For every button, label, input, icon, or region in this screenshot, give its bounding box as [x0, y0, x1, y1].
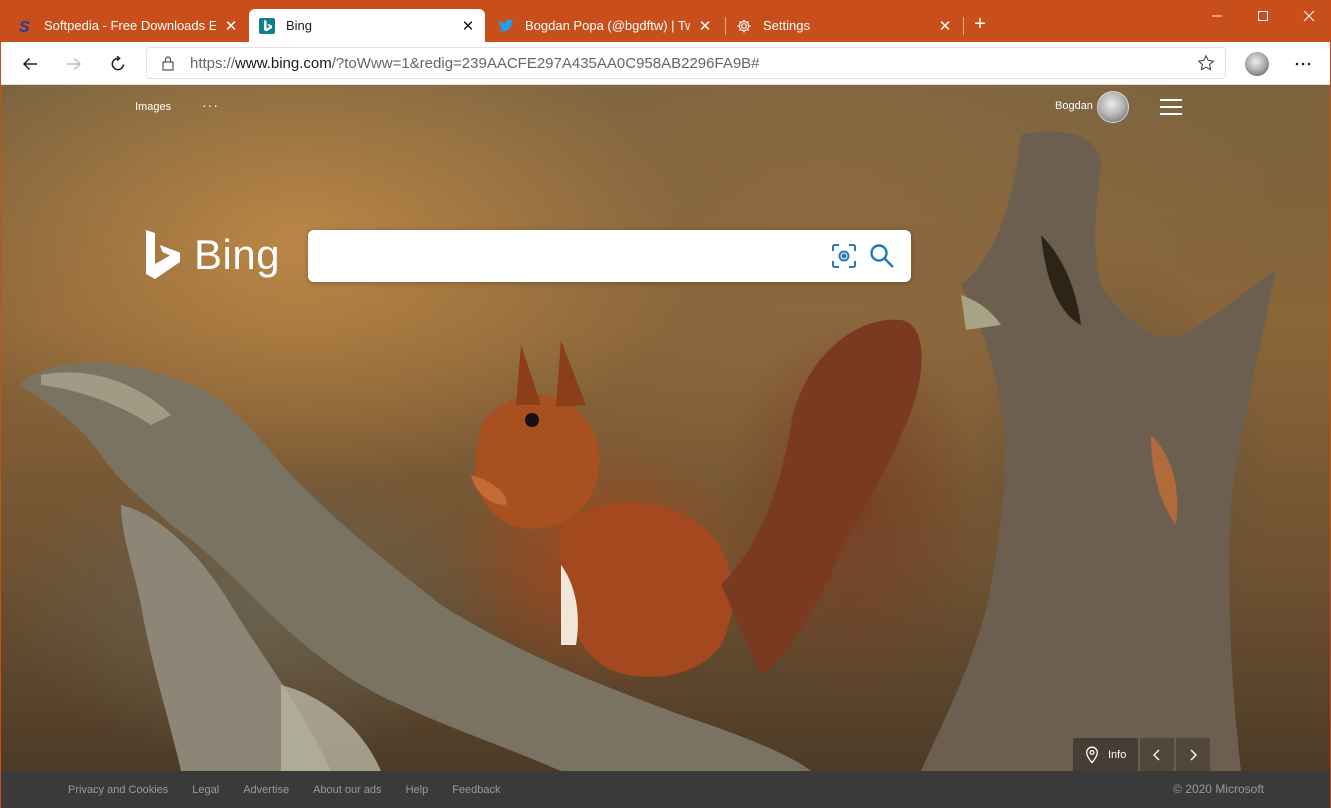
- tab-title: Settings: [763, 18, 810, 33]
- maximize-button[interactable]: [1240, 1, 1286, 31]
- close-icon: [1303, 10, 1315, 22]
- next-image-button[interactable]: [1176, 738, 1211, 771]
- copyright-text: © 2020 Microsoft: [1173, 782, 1264, 796]
- user-name[interactable]: Bogdan: [1055, 100, 1093, 112]
- new-tab-button[interactable]: +: [969, 14, 991, 36]
- search-input[interactable]: [324, 242, 814, 270]
- softpedia-icon: S: [17, 18, 33, 34]
- forward-arrow-icon: [67, 57, 82, 71]
- hamburger-menu-icon[interactable]: [1160, 99, 1182, 115]
- close-tab-icon[interactable]: ✕: [459, 17, 477, 35]
- more-menu-button[interactable]: ···: [202, 97, 219, 113]
- image-info-button[interactable]: Info: [1073, 738, 1139, 771]
- minimize-button[interactable]: [1194, 1, 1240, 31]
- forward-button[interactable]: [60, 50, 88, 78]
- close-tab-icon[interactable]: ✕: [696, 17, 714, 35]
- back-arrow-icon: [22, 57, 37, 71]
- bing-homepage: Images ··· Bogdan Bing Info: [1, 85, 1330, 771]
- gear-icon: [736, 18, 752, 34]
- url-path: /?toWww=1&redig=239AACFE297A435AA0C958AB…: [331, 55, 760, 72]
- tab-title: Softpedia - Free Downloads Ency: [44, 18, 216, 33]
- close-tab-icon[interactable]: ✕: [936, 17, 954, 35]
- settings-menu-button[interactable]: [1289, 50, 1317, 78]
- tab-softpedia[interactable]: S Softpedia - Free Downloads Ency ✕: [1, 9, 248, 42]
- tab-strip: S Softpedia - Free Downloads Ency ✕ Bing…: [1, 1, 1331, 42]
- maximize-icon: [1258, 11, 1268, 21]
- user-avatar[interactable]: [1097, 91, 1129, 123]
- refresh-button[interactable]: [104, 50, 132, 78]
- tab-settings[interactable]: Settings ✕: [726, 9, 962, 42]
- previous-image-button[interactable]: [1140, 738, 1175, 771]
- svg-text:S: S: [19, 19, 30, 34]
- twitter-icon: [498, 18, 514, 34]
- browser-window: S Softpedia - Free Downloads Ency ✕ Bing…: [0, 0, 1331, 808]
- page-footer: Privacy and Cookies Legal Advertise Abou…: [1, 771, 1330, 808]
- footer-link-feedback[interactable]: Feedback: [452, 784, 500, 796]
- bing-logo[interactable]: Bing: [144, 228, 280, 282]
- images-link[interactable]: Images: [135, 101, 171, 113]
- profile-button[interactable]: [1243, 50, 1271, 78]
- profile-avatar: [1245, 52, 1269, 76]
- url-scheme: https://: [190, 55, 236, 72]
- close-window-button[interactable]: [1286, 1, 1331, 31]
- bing-logo-icon: [146, 230, 180, 279]
- tab-bing[interactable]: Bing ✕: [249, 9, 485, 42]
- url-host: www.bing.com: [235, 55, 332, 72]
- favorite-star-icon[interactable]: [1197, 54, 1215, 77]
- footer-link-advertise[interactable]: Advertise: [243, 784, 289, 796]
- address-bar[interactable]: https://www.bing.com/?toWww=1&redig=239A…: [146, 47, 1226, 79]
- footer-link-help[interactable]: Help: [406, 784, 429, 796]
- footer-link-legal[interactable]: Legal: [192, 784, 219, 796]
- more-dots-icon: [1295, 62, 1311, 66]
- location-pin-icon: [1086, 746, 1098, 764]
- lock-icon[interactable]: [161, 55, 175, 76]
- refresh-icon: [111, 55, 125, 71]
- tab-title: Bogdan Popa (@bgdftw) | Twitte: [525, 18, 690, 33]
- bing-icon: [259, 17, 275, 34]
- chevron-left-icon: [1153, 749, 1160, 761]
- footer-link-about-ads[interactable]: About our ads: [313, 784, 382, 796]
- image-info-bar: Info: [1073, 737, 1211, 771]
- close-tab-icon[interactable]: ✕: [222, 17, 240, 35]
- search-box: [308, 230, 911, 282]
- info-label: Info: [1108, 749, 1127, 761]
- tab-separator: [963, 17, 964, 35]
- footer-links: Privacy and Cookies Legal Advertise Abou…: [68, 784, 525, 796]
- chevron-right-icon: [1190, 749, 1198, 761]
- back-button[interactable]: [16, 50, 44, 78]
- minimize-icon: [1212, 15, 1222, 17]
- tab-title: Bing: [286, 18, 313, 33]
- bing-logo-text: Bing: [194, 231, 281, 278]
- background-image: [19, 131, 1276, 771]
- footer-link-privacy[interactable]: Privacy and Cookies: [68, 784, 168, 796]
- visual-search-icon[interactable]: [831, 243, 857, 269]
- url-text[interactable]: https://www.bing.com/?toWww=1&redig=239A…: [190, 55, 760, 72]
- tab-twitter[interactable]: Bogdan Popa (@bgdftw) | Twitte ✕: [486, 9, 722, 42]
- search-icon[interactable]: [869, 243, 895, 269]
- browser-toolbar: https://www.bing.com/?toWww=1&redig=239A…: [1, 42, 1330, 85]
